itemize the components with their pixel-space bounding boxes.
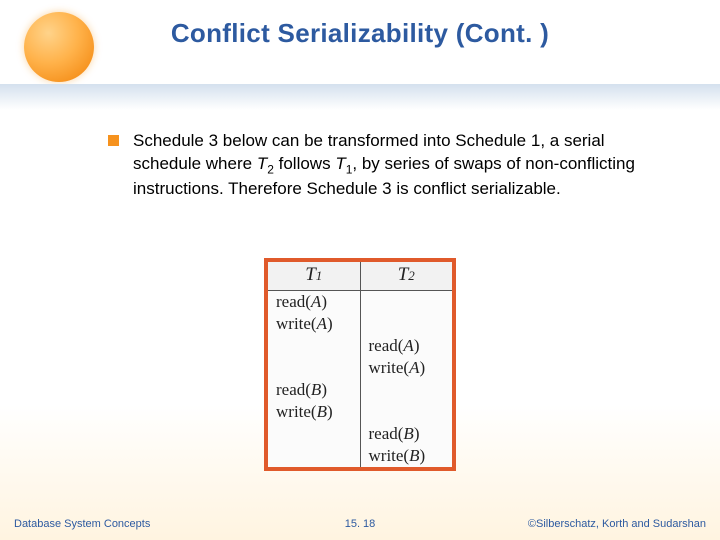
t2-sub: 2 bbox=[267, 162, 274, 176]
header-t1-sub: 1 bbox=[316, 268, 323, 283]
table-row: read(B) bbox=[268, 423, 452, 445]
header-t2-sym: T bbox=[398, 264, 409, 285]
cell bbox=[268, 445, 360, 467]
schedule-figure: T1 T2 read(A) write(A) read(A) write(A) … bbox=[264, 258, 456, 471]
table-row: write(A) bbox=[268, 313, 452, 335]
table-row: write(B) bbox=[268, 401, 452, 423]
table-row: write(A) bbox=[268, 357, 452, 379]
sun-ornament bbox=[24, 12, 94, 82]
header-t1: T1 bbox=[268, 262, 360, 291]
header-t1-sym: T bbox=[305, 264, 316, 285]
table-row: read(A) bbox=[268, 291, 452, 314]
bullet-item: Schedule 3 below can be transformed into… bbox=[108, 130, 660, 200]
slide-title: Conflict Serializability (Cont. ) bbox=[0, 0, 720, 49]
cell: write(B) bbox=[268, 401, 360, 423]
cell: read(B) bbox=[268, 379, 360, 401]
title-underline-band bbox=[0, 84, 720, 110]
footer-right: ©Silberschatz, Korth and Sudarshan bbox=[528, 518, 706, 530]
footer-left: Database System Concepts bbox=[14, 518, 150, 530]
table-row: read(A) bbox=[268, 335, 452, 357]
cell: write(B) bbox=[360, 445, 452, 467]
bullet-square-icon bbox=[108, 135, 119, 146]
cell bbox=[360, 291, 452, 314]
table-row: read(B) bbox=[268, 379, 452, 401]
cell: read(A) bbox=[360, 335, 452, 357]
bullet-mid: follows bbox=[274, 154, 335, 173]
cell: write(A) bbox=[268, 313, 360, 335]
cell: read(A) bbox=[268, 291, 360, 314]
bullet-text: Schedule 3 below can be transformed into… bbox=[133, 130, 660, 200]
cell bbox=[268, 357, 360, 379]
cell bbox=[268, 423, 360, 445]
cell bbox=[360, 401, 452, 423]
cell bbox=[268, 335, 360, 357]
t1-var: T bbox=[335, 154, 345, 173]
schedule-table: T1 T2 read(A) write(A) read(A) write(A) … bbox=[268, 262, 452, 467]
cell bbox=[360, 379, 452, 401]
header-t2-sub: 2 bbox=[408, 268, 415, 283]
cell bbox=[360, 313, 452, 335]
footer-center: 15. 18 bbox=[345, 518, 376, 530]
header-t2: T2 bbox=[360, 262, 452, 291]
cell: read(B) bbox=[360, 423, 452, 445]
content-area: Schedule 3 below can be transformed into… bbox=[0, 130, 720, 200]
schedule-border: T1 T2 read(A) write(A) read(A) write(A) … bbox=[264, 258, 456, 471]
cell: write(A) bbox=[360, 357, 452, 379]
footer: Database System Concepts 15. 18 ©Silbers… bbox=[0, 518, 720, 530]
table-row: write(B) bbox=[268, 445, 452, 467]
t2-var: T bbox=[257, 154, 267, 173]
schedule-header-row: T1 T2 bbox=[268, 262, 452, 291]
